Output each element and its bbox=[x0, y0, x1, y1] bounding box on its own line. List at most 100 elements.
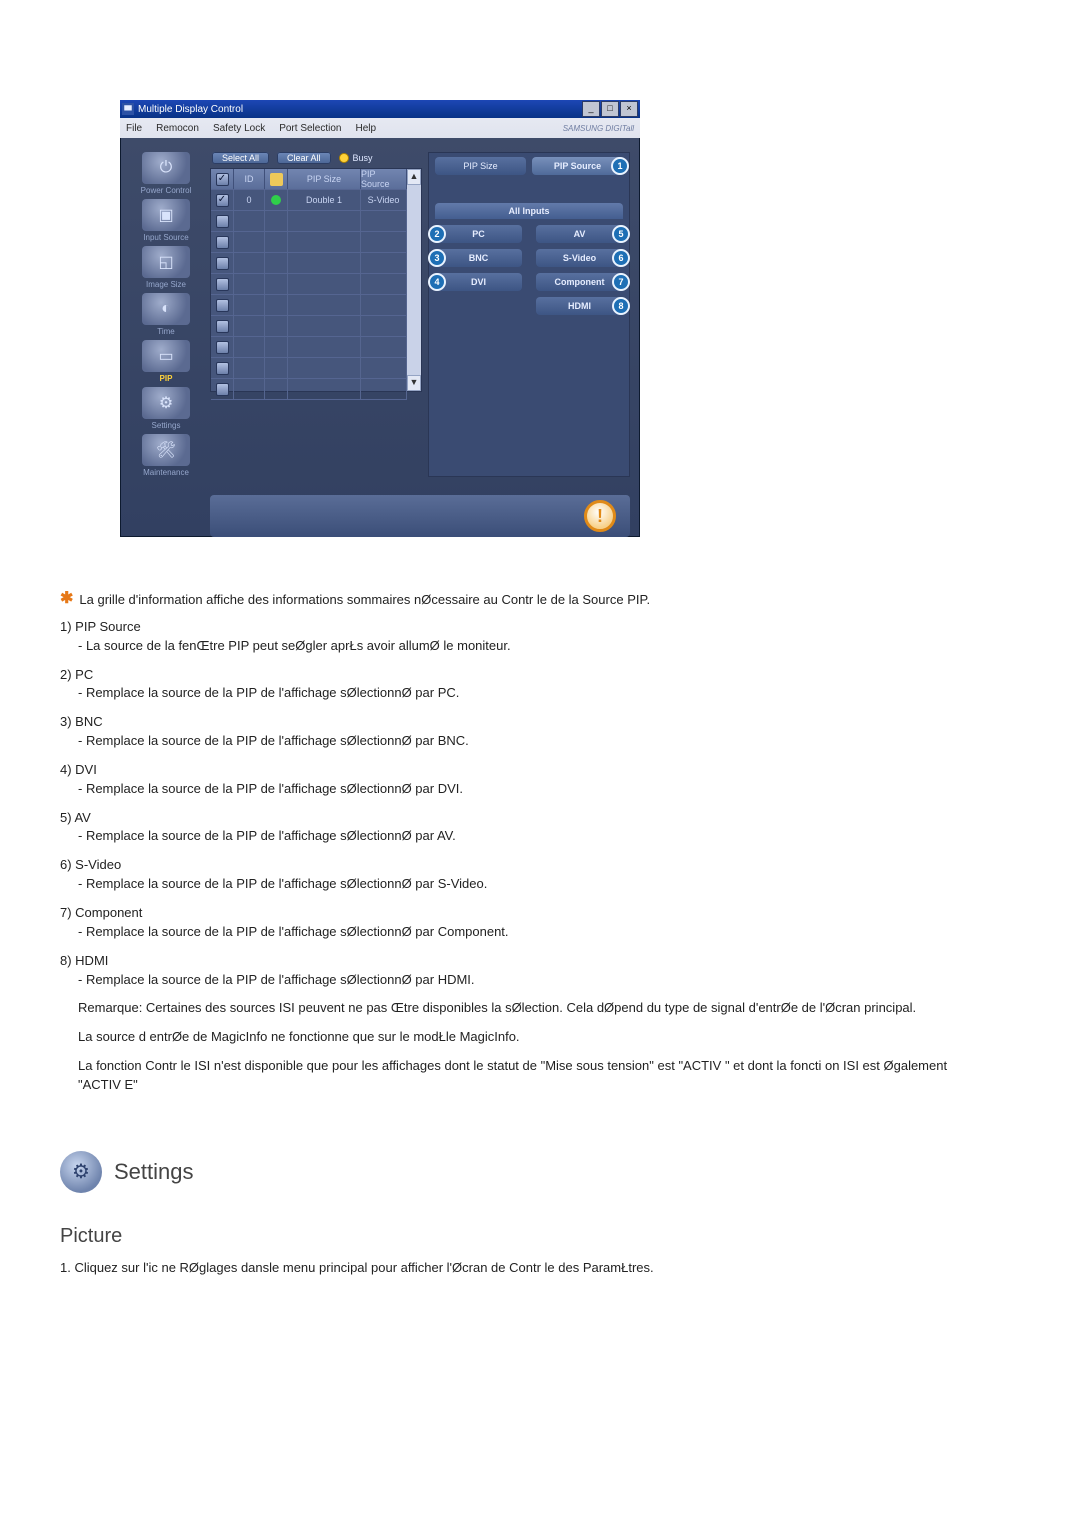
row-pip-source bbox=[361, 316, 407, 336]
badge-icon: 3 bbox=[428, 249, 446, 267]
star-icon: ✱ bbox=[60, 591, 73, 607]
table-row[interactable] bbox=[211, 253, 407, 274]
doc-item-title: 1) PIP Source bbox=[60, 618, 960, 637]
note-3: La fonction Contr le ISI n'est disponibl… bbox=[78, 1057, 960, 1095]
table-row[interactable] bbox=[211, 232, 407, 253]
row-pip-source bbox=[361, 337, 407, 357]
badge-icon: 2 bbox=[428, 225, 446, 243]
row-checkbox[interactable] bbox=[216, 383, 229, 396]
table-row[interactable] bbox=[211, 274, 407, 295]
intro-text: La grille d'information affiche des info… bbox=[79, 591, 650, 610]
row-pip-source bbox=[361, 295, 407, 315]
display-grid: ID PIP Size PIP Source 0Double 1S-Video … bbox=[210, 168, 422, 392]
table-row[interactable] bbox=[211, 358, 407, 379]
row-checkbox[interactable] bbox=[216, 278, 229, 291]
settings-section-head: ⚙ Settings bbox=[60, 1151, 1020, 1193]
header-checkbox[interactable] bbox=[216, 173, 229, 186]
row-checkbox[interactable] bbox=[216, 362, 229, 375]
doc-item-title: 2) PC bbox=[60, 666, 960, 685]
sidebar-label: PIP bbox=[128, 374, 204, 383]
row-id bbox=[234, 211, 265, 231]
sidebar-item-maintenance[interactable]: 🛠 Maintenance bbox=[128, 434, 204, 477]
menubar: File Remocon Safety Lock Port Selection … bbox=[120, 118, 640, 138]
menu-port-selection[interactable]: Port Selection bbox=[279, 123, 341, 134]
row-checkbox[interactable] bbox=[216, 236, 229, 249]
row-id bbox=[234, 379, 265, 399]
row-pip-source: S-Video bbox=[361, 190, 407, 210]
table-row[interactable] bbox=[211, 295, 407, 316]
clear-all-button[interactable]: Clear All bbox=[277, 152, 331, 164]
row-pip-size bbox=[288, 358, 361, 378]
document-body: ✱ La grille d'information affiche des in… bbox=[60, 591, 960, 1095]
source-bnc[interactable]: 3BNC bbox=[435, 249, 522, 267]
table-row[interactable]: 0Double 1S-Video bbox=[211, 190, 407, 211]
close-button[interactable]: × bbox=[620, 101, 638, 117]
header-pip-size: PIP Size bbox=[288, 169, 361, 189]
select-all-button[interactable]: Select All bbox=[212, 152, 269, 164]
busy-label: Busy bbox=[353, 153, 373, 163]
row-checkbox[interactable] bbox=[216, 215, 229, 228]
menu-remocon[interactable]: Remocon bbox=[156, 123, 199, 134]
row-checkbox[interactable] bbox=[216, 257, 229, 270]
tab-pip-size[interactable]: PIP Size bbox=[435, 157, 526, 175]
badge-icon: 4 bbox=[428, 273, 446, 291]
source-hdmi[interactable]: HDMI8 bbox=[536, 297, 623, 315]
table-row[interactable] bbox=[211, 316, 407, 337]
badge-icon: 8 bbox=[612, 297, 630, 315]
row-pip-size bbox=[288, 274, 361, 294]
menu-safety-lock[interactable]: Safety Lock bbox=[213, 123, 265, 134]
source-label: AV bbox=[574, 229, 586, 239]
row-id: 0 bbox=[234, 190, 265, 210]
source-component[interactable]: Component7 bbox=[536, 273, 623, 291]
sidebar-item-image-size[interactable]: ◱ Image Size bbox=[128, 246, 204, 289]
table-row[interactable] bbox=[211, 379, 407, 400]
sidebar-item-time[interactable]: ◐ Time bbox=[128, 293, 204, 336]
doc-item-desc: - La source de la fenŒtre PIP peut seØgl… bbox=[78, 637, 960, 656]
row-checkbox[interactable] bbox=[216, 341, 229, 354]
row-checkbox[interactable] bbox=[216, 194, 229, 207]
doc-item-title: 7) Component bbox=[60, 904, 960, 923]
row-id bbox=[234, 337, 265, 357]
source-dvi[interactable]: 4DVI bbox=[435, 273, 522, 291]
sidebar-item-settings[interactable]: ⚙ Settings bbox=[128, 387, 204, 430]
alert-icon: ! bbox=[584, 500, 616, 532]
row-id bbox=[234, 274, 265, 294]
source-label: HDMI bbox=[568, 301, 591, 311]
row-id bbox=[234, 253, 265, 273]
header-status-icon bbox=[270, 173, 283, 186]
row-pip-source bbox=[361, 379, 407, 399]
all-inputs-header: All Inputs bbox=[435, 203, 623, 219]
row-checkbox[interactable] bbox=[216, 299, 229, 312]
maximize-button[interactable]: □ bbox=[601, 101, 619, 117]
sidebar-label: Time bbox=[128, 327, 204, 336]
picture-step-1: 1. Cliquez sur l'ic ne RØglages dansle m… bbox=[60, 1260, 1020, 1275]
sidebar-item-power-control[interactable]: ⏻ Power Control bbox=[128, 152, 204, 195]
row-checkbox[interactable] bbox=[216, 320, 229, 333]
sidebar-item-input-source[interactable]: ▣ Input Source bbox=[128, 199, 204, 242]
minimize-button[interactable]: _ bbox=[582, 101, 600, 117]
brand-label: SAMSUNG DIGITall bbox=[563, 124, 634, 133]
table-row[interactable] bbox=[211, 211, 407, 232]
sidebar-label: Power Control bbox=[128, 186, 204, 195]
badge-icon: 5 bbox=[612, 225, 630, 243]
scrollbar[interactable]: ▲ ▼ bbox=[407, 169, 421, 391]
pip-icon: ▭ bbox=[142, 340, 190, 372]
power-icon: ⏻ bbox=[142, 152, 190, 184]
tab-pip-source[interactable]: PIP Source 1 bbox=[532, 157, 623, 175]
sidebar-label: Maintenance bbox=[128, 468, 204, 477]
source-pc[interactable]: 2PC bbox=[435, 225, 522, 243]
sidebar-label: Input Source bbox=[128, 233, 204, 242]
source-av[interactable]: AV5 bbox=[536, 225, 623, 243]
titlebar[interactable]: Multiple Display Control _ □ × bbox=[120, 100, 640, 118]
table-row[interactable] bbox=[211, 337, 407, 358]
menu-help[interactable]: Help bbox=[355, 123, 376, 134]
busy-indicator: Busy bbox=[339, 153, 373, 163]
grid-header: ID PIP Size PIP Source bbox=[211, 169, 407, 190]
sidebar-item-pip[interactable]: ▭ PIP bbox=[128, 340, 204, 383]
menu-file[interactable]: File bbox=[126, 123, 142, 134]
source-s-video[interactable]: S-Video6 bbox=[536, 249, 623, 267]
doc-item-desc: - Remplace la source de la PIP de l'affi… bbox=[78, 780, 960, 799]
scroll-up[interactable]: ▲ bbox=[407, 169, 421, 185]
scroll-down[interactable]: ▼ bbox=[407, 375, 421, 391]
row-pip-size bbox=[288, 232, 361, 252]
